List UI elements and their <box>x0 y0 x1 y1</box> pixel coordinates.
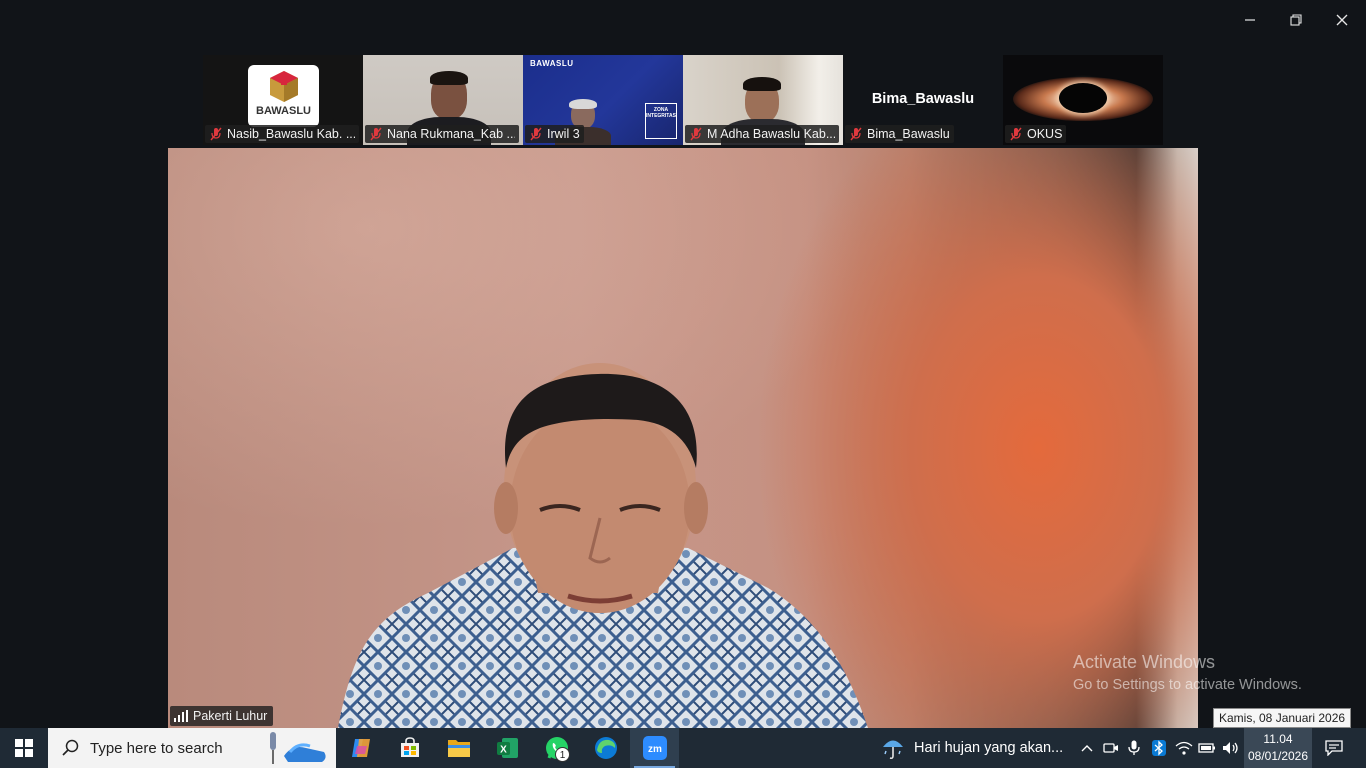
bluetooth-tray-button[interactable] <box>1148 728 1170 768</box>
start-button[interactable] <box>0 728 48 768</box>
participant-name-label: Nana Rukmana_Kab ... <box>365 125 519 143</box>
camera-tray-button[interactable] <box>1100 728 1122 768</box>
excel-letter: X <box>500 745 507 756</box>
close-icon <box>1336 14 1348 26</box>
mic-muted-icon <box>210 127 222 141</box>
notification-icon <box>1325 740 1343 756</box>
mic-muted-icon <box>530 127 542 141</box>
weather-widget[interactable]: Hari hujan yang akan... <box>880 728 1063 768</box>
file-explorer-taskbar-button[interactable] <box>434 728 483 768</box>
edge-taskbar-button[interactable] <box>581 728 630 768</box>
close-button[interactable] <box>1322 6 1362 34</box>
restore-button[interactable] <box>1276 6 1316 34</box>
participant-name-label: OKUS <box>1005 125 1067 143</box>
participant-tile[interactable]: OKUS <box>1003 55 1163 145</box>
file-explorer-icon <box>447 740 470 757</box>
zoom-icon: zm <box>642 736 667 760</box>
battery-tray-button[interactable] <box>1196 728 1218 768</box>
network-tray-button[interactable] <box>1172 728 1196 768</box>
zoom-letters: zm <box>648 744 662 755</box>
participant-tile[interactable]: M Adha Bawaslu Kab... <box>683 55 843 145</box>
zoom-meeting-window: BAWASLU Nasib_Bawaslu Kab. ... Nana Rukm… <box>0 0 1366 768</box>
bluetooth-icon <box>1152 740 1166 756</box>
whatsapp-notification-badge: 1 <box>555 747 570 762</box>
minimize-icon <box>1245 19 1255 21</box>
clock-date: 08/01/2026 <box>1247 749 1309 763</box>
search-icon <box>62 739 79 756</box>
participant-tile[interactable]: Nana Rukmana_Kab ... <box>363 55 523 145</box>
participant-tile[interactable]: BAWASLU Nasib_Bawaslu Kab. ... <box>203 55 363 145</box>
notification-center-button[interactable] <box>1316 728 1352 768</box>
bawaslu-emblem-icon <box>270 71 298 102</box>
participant-tile[interactable]: BAWASLU ZONA INTEGRITAS Irwil 3 <box>523 55 683 145</box>
microphone-icon <box>1128 740 1140 755</box>
search-placeholder: Type here to search <box>90 739 223 757</box>
logo-text: BAWASLU <box>256 105 311 117</box>
mic-muted-icon <box>370 127 382 141</box>
rain-umbrella-icon <box>883 740 903 760</box>
connection-signal-icon <box>174 710 188 722</box>
store-taskbar-button[interactable] <box>385 728 434 768</box>
search-highlight-illustration-icon <box>270 732 326 764</box>
restore-icon <box>1290 14 1302 26</box>
whatsapp-taskbar-button[interactable]: 1 <box>532 728 581 768</box>
participant-name-label: Nasib_Bawaslu Kab. ... <box>205 125 359 143</box>
windows-logo-icon <box>15 739 33 757</box>
participant-name-label: M Adha Bawaslu Kab... <box>685 125 839 143</box>
mic-muted-icon <box>1010 127 1022 141</box>
taskbar: Type here to search X 1 zm Hari hujan ya… <box>0 728 1366 768</box>
participant-name-label: Bima_Bawaslu <box>845 125 954 143</box>
taskbar-clock[interactable]: 11.04 08/01/2026 <box>1244 728 1312 768</box>
speaker-figure <box>338 363 868 728</box>
speaker-name-label: Pakerti Luhur <box>170 706 274 726</box>
participant-name-label: Irwil 3 <box>525 125 584 143</box>
chevron-up-icon <box>1081 745 1093 752</box>
slide-brand: BAWASLU <box>530 59 574 68</box>
copilot-taskbar-button[interactable] <box>336 728 385 768</box>
participant-display-name: Bima_Bawaslu <box>871 91 975 107</box>
date-tooltip: Kamis, 08 Januari 2026 <box>1213 708 1352 728</box>
microphone-tray-button[interactable] <box>1124 728 1144 768</box>
mic-muted-icon <box>850 127 862 141</box>
participant-tile[interactable]: Bima_Bawaslu Bima_Bawaslu <box>843 55 1003 145</box>
active-speaker-video[interactable]: Pakerti Luhur <box>168 148 1198 728</box>
clock-time: 11.04 <box>1263 732 1293 746</box>
battery-charging-icon <box>1198 743 1215 753</box>
activate-windows-watermark: Activate Windows Go to Settings to activ… <box>1073 652 1302 693</box>
camera-in-use-icon <box>1103 743 1118 753</box>
excel-icon: X <box>496 738 518 758</box>
weather-text: Hari hujan yang akan... <box>914 740 1064 756</box>
minimize-button[interactable] <box>1230 6 1270 34</box>
slide-text: ZONA INTEGRITAS <box>645 103 677 139</box>
taskbar-search-box[interactable]: Type here to search <box>48 728 336 768</box>
show-hidden-icons-button[interactable] <box>1076 728 1098 768</box>
mic-muted-icon <box>690 127 702 141</box>
wifi-icon <box>1175 741 1193 755</box>
speaker-volume-icon <box>1223 742 1238 754</box>
store-icon <box>400 737 419 757</box>
volume-tray-button[interactable] <box>1220 728 1242 768</box>
copilot-icon <box>351 739 370 757</box>
excel-taskbar-button[interactable]: X <box>483 728 532 768</box>
zoom-taskbar-button[interactable]: zm <box>630 728 679 768</box>
edge-icon <box>594 737 617 759</box>
